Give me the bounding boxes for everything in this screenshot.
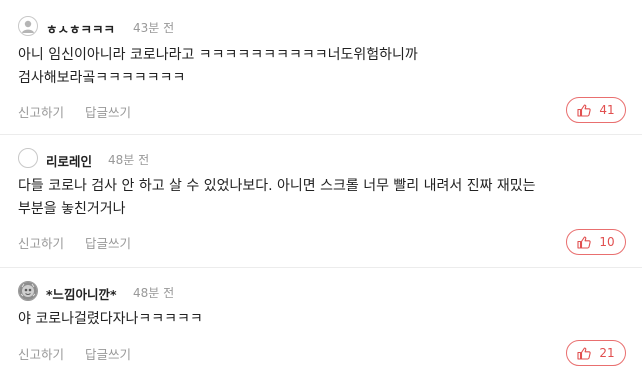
thumbs-up-icon bbox=[577, 103, 592, 117]
reply-button[interactable]: 답글쓰기 bbox=[85, 102, 131, 121]
blank-avatar-icon bbox=[19, 149, 37, 167]
comment-body: 아니 임신이아니라 코로나라고 ㅋㅋㅋㅋㅋㅋㅋㅋㅋㅋ너도위험하니까 검사해보라곸… bbox=[18, 47, 418, 86]
report-button[interactable]: 신고하기 bbox=[18, 344, 64, 363]
like-count: 21 bbox=[599, 346, 615, 360]
comment-timestamp: 48분 전 bbox=[133, 286, 175, 300]
comment-nickname[interactable]: ㅎㅅㅎㅋㅋㅋ bbox=[46, 19, 115, 38]
comment-nickname[interactable]: *느낌아니깐* bbox=[46, 284, 117, 303]
comment-item: 리로레인 48분 전 다들 코로나 검사 안 하고 살 수 있었나보다. 아니면… bbox=[0, 135, 642, 267]
reply-button[interactable]: 답글쓰기 bbox=[85, 233, 131, 252]
avatar[interactable] bbox=[18, 16, 38, 36]
report-button[interactable]: 신고하기 bbox=[18, 233, 64, 252]
like-button[interactable]: 21 bbox=[566, 340, 626, 366]
comment-timestamp: 48분 전 bbox=[108, 153, 150, 167]
like-button[interactable]: 41 bbox=[566, 97, 626, 123]
report-button[interactable]: 신고하기 bbox=[18, 102, 64, 121]
thumbs-up-icon bbox=[577, 235, 592, 249]
like-count: 10 bbox=[599, 235, 615, 249]
comment-item: ㅎㅅㅎㅋㅋㅋ 43분 전 아니 임신이아니라 코로나라고 ㅋㅋㅋㅋㅋㅋㅋㅋㅋㅋ너… bbox=[0, 0, 642, 134]
photo-avatar-icon bbox=[19, 282, 37, 300]
avatar[interactable] bbox=[18, 281, 38, 301]
comment-body: 다들 코로나 검사 안 하고 살 수 있었나보다. 아니면 스크롤 너무 빨리 … bbox=[18, 178, 536, 217]
like-count: 41 bbox=[599, 103, 615, 117]
avatar[interactable] bbox=[18, 148, 38, 168]
like-button[interactable]: 10 bbox=[566, 229, 626, 255]
thumbs-up-icon bbox=[577, 346, 592, 360]
comment-body: 야 코로나걸렸다자나ㅋㅋㅋㅋㅋ bbox=[18, 311, 203, 327]
comment-item: *느낌아니깐* 48분 전 야 코로나걸렸다자나ㅋㅋㅋㅋㅋ 신고하기 답글쓰기 … bbox=[0, 268, 642, 377]
default-user-icon bbox=[22, 20, 34, 33]
comment-nickname[interactable]: 리로레인 bbox=[46, 151, 92, 170]
reply-button[interactable]: 답글쓰기 bbox=[85, 344, 131, 363]
comment-timestamp: 43분 전 bbox=[133, 21, 175, 35]
